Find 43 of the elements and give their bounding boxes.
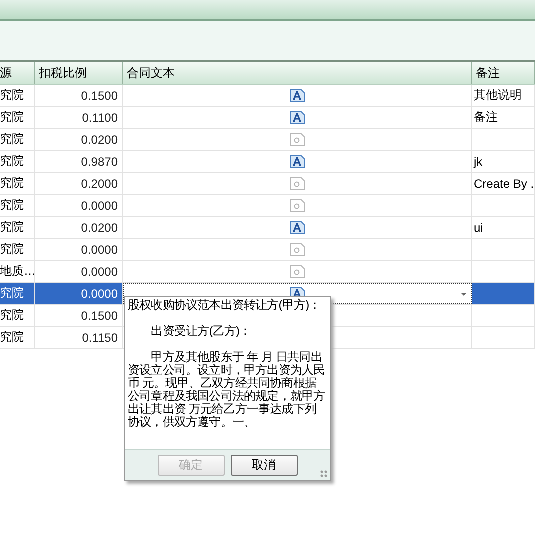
table-cell[interactable]: 究院 bbox=[0, 241, 24, 258]
table-cell[interactable]: 究院 bbox=[0, 153, 24, 170]
contract-text: 出资受让方(乙方)： bbox=[150, 325, 252, 338]
document-filled-icon[interactable] bbox=[290, 221, 304, 234]
table-cell[interactable]: 究院 bbox=[0, 87, 24, 104]
table-cell[interactable]: 地质… bbox=[0, 263, 34, 280]
table-cell: 0.2000 bbox=[81, 176, 118, 190]
dropdown-caret-icon[interactable] bbox=[461, 293, 467, 296]
table-cell: 0.9870 bbox=[81, 154, 118, 168]
column-header[interactable]: 备注 bbox=[472, 62, 535, 84]
contract-text: 甲方及其他股东于 年 月 日共同出资设立公司。设立时，甲方出资为人民币 元。现甲、乙双方经共同协商根据公司章程及我国公司法的规定，就甲方出让其出资 万元给乙方一事达成下列协议，供双方遵守。一、 bbox=[128, 351, 326, 429]
table-cell: 0.0000 bbox=[81, 198, 118, 212]
table-cell: 0.0000 bbox=[81, 264, 118, 278]
table-cell[interactable]: 究院 bbox=[0, 219, 24, 236]
column-header[interactable]: 源 bbox=[0, 62, 35, 84]
table-cell: jk bbox=[474, 154, 483, 168]
table-cell[interactable]: 究院 bbox=[0, 175, 24, 192]
resize-grip-icon[interactable] bbox=[320, 470, 328, 478]
document-filled-icon[interactable] bbox=[290, 155, 304, 168]
table-cell: 0.1100 bbox=[82, 110, 118, 124]
table-cell: 0.0000 bbox=[81, 242, 118, 256]
cancel-button[interactable]: 取消 bbox=[230, 454, 298, 476]
table-cell[interactable]: 究院 bbox=[0, 307, 24, 324]
table-cell: 0.0000 bbox=[81, 286, 118, 300]
table-cell: Create By . bbox=[474, 176, 534, 190]
selected-cell[interactable] bbox=[472, 283, 535, 304]
contract-text: 股权收购协议范本出资转让方(甲方)： bbox=[128, 299, 322, 312]
table-cell[interactable]: 究院 bbox=[0, 197, 24, 214]
table-cell[interactable]: 究院 bbox=[0, 329, 24, 346]
table-cell: ui bbox=[474, 220, 484, 234]
table-cell: 0.1150 bbox=[82, 330, 118, 344]
column-header[interactable]: 扣税比例 bbox=[35, 62, 123, 84]
table-cell: 0.0200 bbox=[81, 132, 118, 146]
document-filled-icon[interactable] bbox=[290, 89, 304, 102]
document-filled-icon[interactable] bbox=[290, 111, 304, 124]
table-cell: 0.0200 bbox=[81, 220, 118, 234]
table-cell[interactable]: 究院 bbox=[0, 109, 24, 126]
table-cell: 0.1500 bbox=[81, 308, 118, 322]
table-cell: 0.1500 bbox=[81, 88, 118, 102]
table-cell[interactable]: 究院 bbox=[0, 131, 24, 148]
table-cell: 其他说明 bbox=[474, 87, 522, 104]
column-header[interactable]: 合同文本 bbox=[123, 62, 472, 84]
table-cell: 备注 bbox=[474, 109, 498, 126]
